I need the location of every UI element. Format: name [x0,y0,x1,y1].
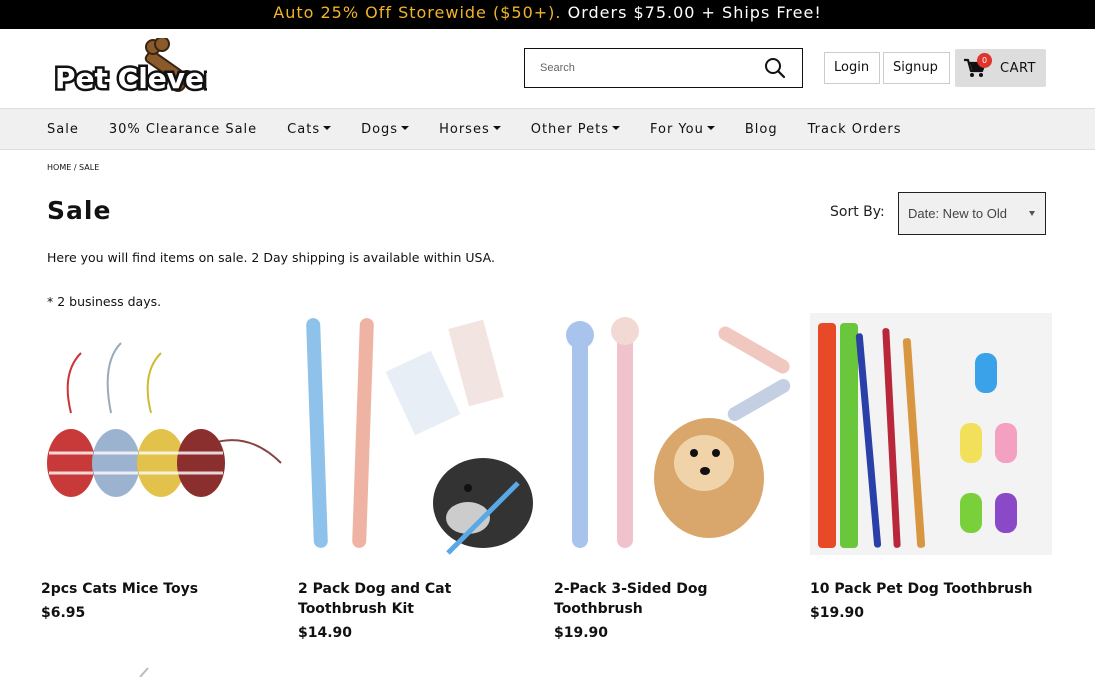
caret-down-icon [492,125,501,130]
product-image-toothbrush-kit[interactable] [298,313,540,555]
caret-down-icon [612,125,621,130]
nav-label: 30% Clearance Sale [108,121,258,137]
page-note: * 2 business days. [47,294,162,309]
cart-label: CART [1000,61,1036,76]
caret-down-icon [401,125,410,130]
product-name[interactable]: 2-Pack 3-Sided Dog Toothbrush [554,579,796,619]
site-header: Pet Clever Login Signup 0 CART [0,29,1095,108]
product-card[interactable]: 2-Pack 3-Sided Dog Toothbrush $19.90 [554,313,796,641]
product-card[interactable]: 2pcs Cats Mice Toys $6.95 [41,313,283,621]
nav-label: Dogs [361,121,399,137]
caret-down-icon [323,125,332,130]
nav-label: Sale [47,121,79,137]
pet-clever-logo[interactable]: Pet Clever [52,38,207,100]
nav-item-dogs[interactable]: Dogs [361,121,410,137]
main-nav: Sale 30% Clearance Sale Cats Dogs Horses… [0,108,1095,150]
promo-bar: Auto 25% Off Storewide ($50+). Orders $7… [0,0,1095,29]
sort-label: Sort By: [830,204,885,220]
product-name[interactable]: 2 Pack Dog and Cat Toothbrush Kit [298,579,540,619]
nav-item-cats[interactable]: Cats [287,121,332,137]
product-price: $19.90 [554,625,609,641]
product-price: $14.90 [298,625,353,641]
cart-button[interactable]: 0 CART [955,49,1046,87]
product-name[interactable]: 2pcs Cats Mice Toys [41,579,283,599]
nav-item-clearance[interactable]: 30% Clearance Sale [109,122,257,137]
next-product-image-peek [139,667,149,677]
cart-count-badge: 0 [977,53,992,68]
nav-item-for-you[interactable]: For You [650,122,715,137]
page-title: Sale [47,196,112,225]
sort-select[interactable]: Date: New to Old [898,192,1046,235]
nav-item-blog[interactable]: Blog [745,122,778,137]
nav-label: Cats [287,121,321,137]
breadcrumb[interactable]: HOME / SALE [47,163,99,172]
login-button[interactable]: Login [824,52,880,84]
nav-item-horses[interactable]: Horses [439,122,501,137]
product-card[interactable]: 10 Pack Pet Dog Toothbrush $19.90 [810,313,1052,621]
product-price: $6.95 [41,605,86,621]
product-image-10-pack-toothbrush[interactable] [810,313,1052,555]
promo-accent-text: Auto 25% Off Storewide ($50+). [273,3,562,22]
product-card[interactable]: 2 Pack Dog and Cat Toothbrush Kit $14.90 [298,313,540,641]
logo-text: Pet Clever [55,62,207,95]
nav-label: Blog [744,121,778,137]
signup-button[interactable]: Signup [883,52,950,84]
search-input[interactable] [540,49,760,87]
search-icon[interactable] [764,57,786,79]
sort-value: Date: New to Old [908,206,1007,221]
page-description: Here you will find items on sale. 2 Day … [47,250,495,265]
nav-label: Horses [439,121,490,137]
caret-down-icon [706,125,715,130]
nav-label: Other Pets [530,121,610,137]
nav-item-sale[interactable]: Sale [47,122,79,137]
nav-item-track-orders[interactable]: Track Orders [808,122,902,137]
nav-item-other-pets[interactable]: Other Pets [530,121,621,137]
product-image-3-sided-toothbrush[interactable] [554,313,796,555]
nav-label: For You [650,121,704,137]
product-image-mice-toys[interactable] [41,313,283,555]
dropdown-arrow-icon [1029,211,1035,216]
product-price: $19.90 [810,605,865,621]
search-box [524,48,803,88]
promo-text: Orders $75.00 + Ships Free! [567,3,822,22]
product-name[interactable]: 10 Pack Pet Dog Toothbrush [810,579,1052,599]
nav-label: Track Orders [807,121,902,137]
